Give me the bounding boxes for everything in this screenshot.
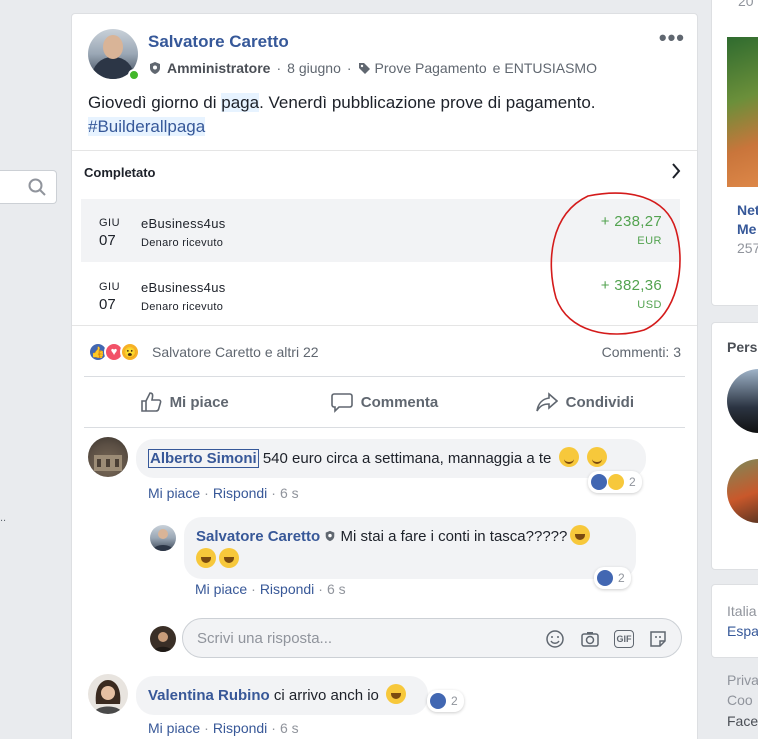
reply-actions: Mi piace · Rispondi · 6 s (195, 581, 346, 597)
comment-actions: Mi piace · Rispondi · 6 s (148, 485, 299, 501)
reply-like-link[interactable]: Mi piace (195, 581, 247, 597)
search-box[interactable] (0, 170, 57, 204)
laughing-emoji-icon (219, 548, 239, 568)
comment-actions: Mi piace · Rispondi · 6 s (148, 720, 299, 736)
comment-reply-link[interactable]: Rispondi (213, 485, 267, 501)
laughing-emoji-icon (196, 548, 216, 568)
chevron-right-icon[interactable] (671, 163, 681, 184)
online-status-icon (128, 69, 140, 81)
post-text: Giovedì giorno di paga. Venerdì pubblica… (88, 93, 596, 136)
sticker-icon[interactable] (647, 628, 669, 650)
reply-time[interactable]: 6 s (327, 581, 346, 597)
red-circle-annotation (550, 192, 681, 335)
like-reaction-icon (430, 693, 446, 709)
laughing-emoji-icon (570, 525, 591, 545)
comment-text: 540 euro circa a settimana, mannaggia a … (258, 450, 552, 467)
reply-author-name[interactable]: Salvatore Caretto (196, 528, 320, 545)
post-meta: Amministratore · 8 giugno · Prove Pagame… (148, 60, 597, 76)
reply-input[interactable] (197, 627, 527, 649)
suggested-page-title[interactable]: Net Me (737, 201, 758, 239)
comment-text: ci arrivo anch io (269, 687, 379, 704)
reply-reply-link[interactable]: Rispondi (260, 581, 314, 597)
reply-text: Mi stai a fare i conti in tasca????? (336, 528, 568, 545)
reaction-icons[interactable]: 👍 ♥ 😮 (88, 342, 140, 362)
reply-avatar[interactable] (150, 525, 176, 551)
haha-reaction-icon (608, 474, 624, 490)
post-actions: Mi piace Commenta Condividi (84, 376, 685, 428)
comment-button[interactable]: Commenta (284, 377, 484, 427)
person-avatar[interactable] (727, 459, 758, 523)
comment-like-link[interactable]: Mi piace (148, 485, 200, 501)
comment-time[interactable]: 6 s (280, 720, 299, 736)
comment-reaction-count[interactable]: 2 (588, 471, 642, 493)
language-italiano[interactable]: Italia (727, 603, 757, 619)
like-reaction-icon (597, 570, 613, 586)
topic-prove-pagamento[interactable]: Prove Pagamento (375, 60, 487, 76)
language-espanol[interactable]: Espa (727, 623, 758, 639)
smile-emoji-icon (558, 447, 579, 467)
left-truncated-text: .. (0, 512, 7, 524)
reply-tools: GIF (544, 628, 669, 650)
post-header: Salvatore Caretto Amministratore · 8 giu… (88, 27, 685, 81)
hashtag-link[interactable]: #Builderallpaga (88, 117, 206, 136)
right-people-card: Pers (711, 322, 758, 570)
smile-emoji-icon (586, 447, 607, 467)
topic-entusiasmo[interactable]: ENTUSIASMO (504, 60, 597, 76)
share-button[interactable]: Condividi (485, 377, 685, 427)
person-avatar[interactable] (727, 369, 758, 433)
comment-bubble: Valentina Rubino ci arrivo anch io (136, 676, 428, 715)
comment-time[interactable]: 6 s (280, 485, 299, 501)
footer-privacy-link[interactable]: Priva (727, 672, 758, 688)
commenter-avatar[interactable] (88, 437, 128, 477)
embed-title: Completato (84, 165, 156, 180)
reply-bubble: Salvatore Caretto Mi stai a fare i conti… (184, 517, 636, 579)
section-title: Pers (727, 339, 758, 355)
comment-reaction-count[interactable]: 2 (427, 690, 464, 712)
footer-facebook-link[interactable]: Face (727, 713, 758, 729)
comment-like-link[interactable]: Mi piace (148, 720, 200, 736)
footer-cookie-link[interactable]: Coo (727, 692, 753, 708)
commenter-avatar[interactable] (88, 674, 128, 714)
admin-shield-icon (150, 62, 160, 74)
emoji-icon[interactable] (544, 628, 566, 650)
reactions-bar: 👍 ♥ 😮 Salvatore Caretto e altri 22 Comme… (88, 340, 681, 366)
more-options-button[interactable]: ••• (659, 27, 685, 49)
admin-role[interactable]: Amministratore (167, 60, 270, 76)
author-name[interactable]: Salvatore Caretto (148, 32, 289, 52)
highlighted-word: paga (221, 93, 260, 112)
post-card: Salvatore Caretto Amministratore · 8 giu… (71, 13, 698, 739)
speech-bubble-icon (330, 393, 353, 413)
post-date[interactable]: 8 giugno (287, 60, 341, 76)
commenter-name[interactable]: Valentina Rubino (148, 687, 270, 704)
admin-shield-icon (326, 530, 335, 542)
comments-count[interactable]: Commenti: 3 (602, 344, 681, 360)
search-icon[interactable] (28, 178, 46, 201)
right-top-card: 20 Net Me 257 (711, 0, 758, 306)
gif-icon[interactable]: GIF (614, 630, 634, 648)
current-user-avatar (150, 626, 176, 652)
like-button[interactable]: Mi piace (84, 377, 284, 427)
reply-reaction-count[interactable]: 2 (594, 567, 631, 589)
wow-reaction-icon: 😮 (120, 342, 140, 362)
share-arrow-icon (535, 392, 558, 412)
reactions-summary[interactable]: Salvatore Caretto e altri 22 (152, 344, 319, 360)
thumbs-up-icon (140, 392, 161, 412)
comment-bubble: Alberto Simoni 540 euro circa a settiman… (136, 439, 646, 478)
right-language-card: Italia Espa (711, 584, 758, 658)
tag-icon (358, 62, 370, 74)
comment-reply-link[interactable]: Rispondi (213, 720, 267, 736)
laughing-emoji-icon (386, 684, 407, 704)
commenter-name[interactable]: Alberto Simoni (148, 449, 259, 468)
camera-icon[interactable] (579, 628, 601, 650)
page-thumbnail[interactable] (727, 37, 758, 187)
reply-input-box[interactable]: GIF (182, 618, 682, 658)
like-reaction-icon (591, 474, 607, 490)
